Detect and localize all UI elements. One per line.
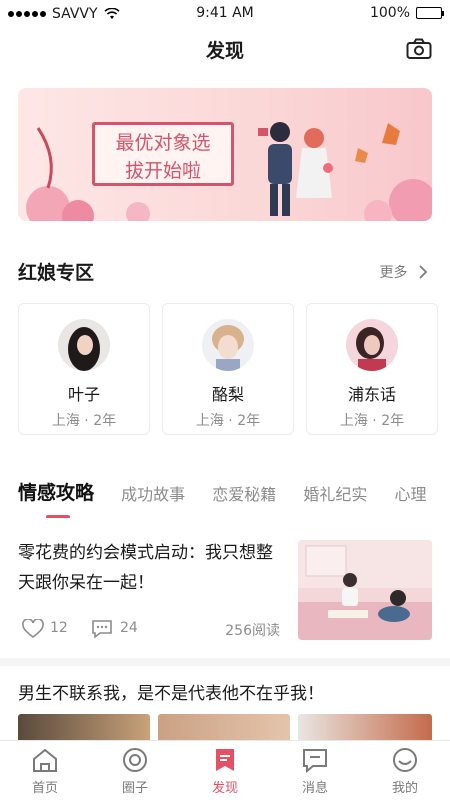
tab-success-stories[interactable]: 成功故事: [121, 481, 185, 505]
chevron-right-icon: [419, 265, 428, 279]
tab-messages-label: 消息: [301, 781, 328, 796]
tab-messages[interactable]: 消息: [270, 741, 360, 800]
card-name: 叶子: [67, 385, 100, 404]
status-bar: SAVVY 9:41 AM 100%: [0, 0, 450, 28]
smile-icon: [393, 748, 417, 772]
bookmark-icon: [216, 749, 234, 771]
like-count: 12: [50, 620, 68, 636]
tab-circle-label: 圈子: [121, 781, 148, 796]
card-name: 浦东话: [347, 385, 396, 404]
read-count: 256阅读: [225, 623, 280, 639]
bottom-tab-bar: 首页 圈子 发现 消息 我的: [0, 740, 450, 800]
banner-line1: 最优对象选: [115, 132, 211, 154]
card-meta: 上海 · 2年: [195, 413, 261, 429]
camera-icon[interactable]: [406, 38, 432, 60]
comment-icon[interactable]: [91, 619, 113, 639]
avatar: [346, 319, 398, 371]
matchmaker-title: 红娘专区: [18, 262, 95, 284]
banner-line2: 拔开始啦: [124, 160, 201, 182]
card-name: 酪梨: [211, 385, 244, 404]
article-stats: 12 24 256阅读: [18, 618, 288, 640]
article-title[interactable]: 零花费的约会模式启动：我只想整天跟你呆在一起！: [18, 538, 288, 598]
tab-home-label: 首页: [31, 781, 58, 796]
avatar: [202, 319, 254, 371]
tab-wedding[interactable]: 婚礼纪实: [303, 481, 367, 505]
tab-circle[interactable]: 圈子: [90, 741, 180, 800]
tab-psychology[interactable]: 心理: [394, 481, 426, 505]
more-label: 更多: [379, 265, 408, 281]
tab-profile-label: 我的: [391, 781, 418, 796]
category-tabs: 情感攻略 成功故事 恋爱秘籍 婚礼纪实 心理: [18, 478, 450, 518]
tab-home[interactable]: 首页: [0, 741, 90, 800]
battery-label: 100%: [369, 5, 410, 21]
promo-banner[interactable]: 最优对象选 拔开始啦: [18, 88, 432, 221]
circle-icon: [123, 748, 147, 772]
battery-area: 100%: [369, 5, 444, 21]
article-title[interactable]: 男生不联系我，是不是代表他不在乎我！: [18, 679, 324, 704]
nav-bar: 发现: [0, 28, 450, 72]
tab-profile[interactable]: 我的: [360, 741, 450, 800]
battery-icon: [416, 7, 444, 19]
page-title: 发现: [205, 40, 244, 62]
comment-count: 24: [120, 620, 138, 636]
tab-discover[interactable]: 发现: [180, 741, 270, 800]
matchmaker-card[interactable]: 浦东话 上海 · 2年: [306, 303, 438, 435]
article-thumbnail[interactable]: [298, 540, 432, 640]
matchmaker-card[interactable]: 叶子 上海 · 2年: [18, 303, 150, 435]
matchmaker-card[interactable]: 酪梨 上海 · 2年: [162, 303, 294, 435]
card-meta: 上海 · 2年: [51, 413, 117, 429]
message-icon: [303, 749, 327, 773]
banner-text-frame: 最优对象选 拔开始啦: [92, 122, 234, 186]
avatar: [58, 319, 110, 371]
more-link[interactable]: 更多: [380, 262, 428, 282]
heart-icon[interactable]: [22, 619, 44, 639]
tab-discover-label: 发现: [211, 781, 238, 796]
tab-love-tips[interactable]: 恋爱秘籍: [212, 481, 276, 505]
card-meta: 上海 · 2年: [339, 413, 405, 429]
home-icon: [33, 748, 57, 772]
tab-emotion-guide[interactable]: 情感攻略: [18, 478, 94, 518]
section-divider: [0, 658, 450, 666]
